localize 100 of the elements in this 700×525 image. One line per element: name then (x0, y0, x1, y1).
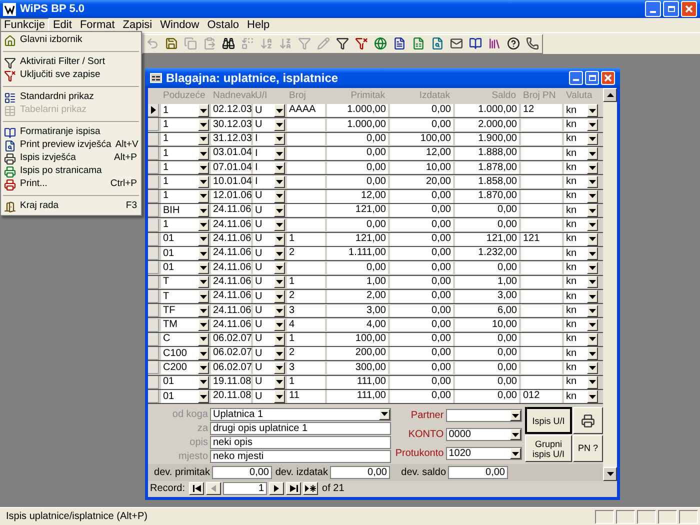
minimize-button[interactable] (645, 1, 661, 17)
row-selector[interactable] (148, 104, 159, 118)
menu-item[interactable]: Zapisi (118, 18, 156, 32)
combo-box[interactable]: T (161, 290, 209, 303)
print-button[interactable]: Ispis U/I (525, 407, 572, 434)
group-print-button[interactable]: Grupni ispis U/I (525, 435, 572, 462)
combo-box[interactable]: 01 (161, 390, 209, 403)
combo-box[interactable]: U (253, 347, 285, 360)
text-field[interactable]: 0,00 (212, 466, 272, 480)
menu-item[interactable]: Window (156, 18, 204, 32)
combo-box[interactable]: U (253, 290, 285, 303)
menu-option[interactable]: Standardni prikaz (1, 91, 141, 104)
combo-box[interactable]: C (161, 333, 209, 346)
row-selector[interactable] (148, 376, 159, 389)
combo-box[interactable]: C200 (161, 362, 209, 374)
maximize-button[interactable] (585, 71, 599, 85)
menu-option[interactable]: Ispis izvješća Alt+P (1, 152, 141, 165)
menu-option[interactable]: Print... Ctrl+P (1, 178, 141, 191)
combo-box[interactable]: 1 (161, 176, 209, 188)
combo-box[interactable]: 1 (161, 218, 209, 232)
text-field[interactable]: drugi opis uplatnice 1 (210, 422, 391, 435)
combo-box[interactable]: kn (564, 176, 598, 188)
combo-box[interactable]: U (253, 390, 285, 403)
record-number-field[interactable]: 1 (223, 482, 268, 496)
combo-box[interactable]: kn (564, 118, 598, 132)
printer-button[interactable] (573, 407, 603, 434)
text-field[interactable]: neki opis (210, 436, 391, 449)
menu-option[interactable]: Ispis po stranicama (1, 165, 141, 178)
menu-option[interactable]: Kraj rada F3 (1, 200, 141, 213)
combo-box[interactable]: 01 (161, 233, 209, 246)
combo-box[interactable]: 1 (161, 147, 209, 160)
combo-box[interactable]: 1 (161, 162, 209, 174)
combo-box[interactable]: BIH (161, 204, 209, 217)
menu-item[interactable]: Edit (48, 18, 76, 32)
combo-box[interactable]: I (253, 132, 285, 146)
combo-box[interactable]: kn (564, 276, 598, 288)
combo-box[interactable]: kn (564, 190, 598, 203)
combo-box[interactable]: U (253, 376, 285, 389)
combo-box[interactable]: I (253, 176, 285, 188)
menu-option[interactable]: Formatiranje ispisa (1, 126, 141, 139)
text-field[interactable]: neko mjesti (210, 450, 391, 463)
combo-box[interactable]: U (253, 204, 285, 217)
combo-box[interactable] (446, 409, 522, 422)
minimize-button[interactable] (569, 71, 583, 85)
menu-option[interactable]: Print preview izvješća Alt+V (1, 139, 141, 152)
row-selector[interactable] (148, 204, 159, 218)
row-selector[interactable] (148, 247, 159, 260)
combo-box[interactable]: kn (564, 104, 598, 117)
combo-box[interactable]: kn (564, 304, 598, 318)
combo-box[interactable]: kn (564, 162, 598, 174)
combo-box[interactable]: 1 (161, 132, 209, 146)
combo-box[interactable]: 01 (161, 247, 209, 260)
combo-box[interactable]: I (253, 162, 285, 174)
combo-box[interactable]: U (253, 247, 285, 260)
combo-box[interactable]: U (253, 362, 285, 374)
record-nav-button[interactable] (269, 482, 284, 496)
combo-box[interactable]: kn (564, 204, 598, 217)
combo-box[interactable]: kn (564, 376, 598, 389)
menu-option[interactable]: Glavni izbornik (1, 34, 141, 47)
row-selector[interactable] (148, 161, 159, 174)
combo-box[interactable]: kn (564, 218, 598, 232)
combo-box[interactable]: U (253, 104, 285, 117)
menu-item[interactable]: Help (243, 18, 274, 32)
combo-box[interactable]: kn (564, 132, 598, 146)
record-nav-button[interactable] (189, 482, 204, 496)
combo-box[interactable]: kn (564, 390, 598, 403)
combo-box[interactable]: Uplatnica 1 (210, 408, 391, 421)
menu-item[interactable]: Ostalo (203, 18, 244, 32)
row-selector[interactable] (148, 347, 159, 360)
menu-option[interactable]: Uključiti sve zapise (1, 69, 141, 82)
pn-button[interactable]: PN ? (573, 435, 603, 462)
combo-box[interactable]: 1 (161, 104, 209, 117)
combo-box[interactable]: U (253, 118, 285, 132)
combo-box[interactable]: 1020 (446, 447, 522, 460)
combo-box[interactable]: kn (564, 333, 598, 346)
combo-box[interactable]: U (253, 333, 285, 346)
combo-box[interactable]: kn (564, 247, 598, 260)
combo-box[interactable]: C100 (161, 347, 209, 360)
combo-box[interactable]: kn (564, 233, 598, 246)
combo-box[interactable]: U (253, 262, 285, 274)
combo-box[interactable]: U (253, 304, 285, 318)
combo-box[interactable]: U (253, 276, 285, 288)
combo-box[interactable]: U (253, 318, 285, 332)
text-field[interactable]: 0,00 (448, 466, 508, 480)
combo-box[interactable]: TF (161, 304, 209, 318)
menu-option[interactable]: Aktivirati Filter / Sort (1, 56, 141, 69)
combo-box[interactable]: 1 (161, 190, 209, 203)
restore-button[interactable] (663, 1, 679, 17)
menu-item[interactable]: Format (76, 18, 119, 32)
combo-box[interactable]: kn (564, 362, 598, 374)
combo-box[interactable]: 0000 (446, 428, 522, 442)
combo-box[interactable]: kn (564, 147, 598, 160)
row-selector[interactable] (148, 332, 159, 346)
row-selector[interactable] (148, 304, 159, 318)
combo-box[interactable]: TM (161, 318, 209, 332)
close-button[interactable] (681, 1, 697, 17)
row-selector[interactable] (148, 390, 159, 404)
record-nav-button[interactable] (286, 482, 302, 496)
record-nav-button[interactable] (303, 482, 318, 496)
text-field[interactable]: 0,00 (330, 466, 390, 480)
